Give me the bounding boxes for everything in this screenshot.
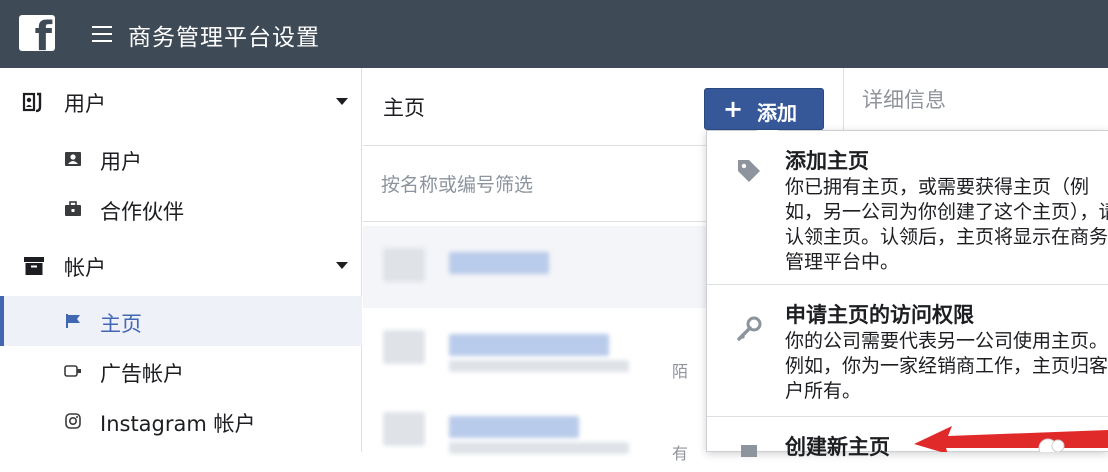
add-button[interactable]: + 添加	[704, 88, 824, 130]
new-page-icon	[741, 445, 757, 457]
archive-box-icon	[24, 257, 44, 275]
list-item[interactable]: 有	[363, 390, 706, 472]
plus-icon: +	[723, 95, 744, 123]
facebook-logo-icon[interactable]: f	[19, 15, 55, 51]
panel-title: 主页	[383, 96, 425, 120]
menu-item-title: 添加主页	[785, 149, 869, 173]
sidebar-item-ad-accounts[interactable]: 广告帐户	[0, 346, 362, 396]
sidebar-section-label: 用户	[64, 92, 106, 116]
blurred-page-name	[449, 252, 549, 274]
sidebar-item-partners[interactable]: 合作伙伴	[0, 184, 362, 234]
list-item[interactable]	[363, 226, 706, 308]
facebook-logo-letter: f	[34, 15, 52, 51]
page-thumbnail	[383, 248, 425, 282]
page-thumbnail	[383, 330, 425, 364]
add-button-label: 添加	[757, 101, 797, 125]
sidebar-section-accounts[interactable]: 帐户	[0, 240, 362, 292]
settings-sidebar: 用户 用户 合作伙伴 帐户 主页 广告帐户 Instagram 帐户	[0, 68, 362, 452]
row-trailing-text: 陌	[671, 362, 688, 381]
list-item[interactable]: 陌	[363, 308, 706, 390]
blurred-page-name	[449, 416, 579, 438]
instagram-icon	[65, 413, 81, 429]
sidebar-item-label: 广告帐户	[100, 362, 184, 386]
briefcase-icon	[65, 201, 81, 216]
hamburger-menu-icon[interactable]	[92, 26, 112, 42]
sidebar-item-users[interactable]: 用户	[0, 134, 362, 184]
key-icon	[737, 316, 762, 341]
row-trailing-text: 有	[671, 444, 688, 463]
sidebar-item-label: 用户	[100, 150, 142, 174]
users-icon	[22, 92, 42, 113]
sidebar-section-label: 帐户	[64, 256, 106, 280]
blurred-page-subtitle	[449, 360, 629, 372]
menu-item-description: 你的公司需要代表另一公司使用主页。例如，你为一家经销商工作，主页归客户所有。	[785, 330, 1108, 402]
sidebar-section-users[interactable]: 用户	[0, 76, 362, 128]
filter-container	[363, 146, 706, 222]
blurred-page-name	[449, 334, 609, 356]
menu-item-title: 创建新主页	[785, 435, 890, 457]
page-thumbnail	[383, 412, 425, 446]
details-panel-title: 详细信息	[862, 88, 946, 112]
menu-item-title: 申请主页的访问权限	[785, 303, 974, 327]
chevron-down-icon[interactable]	[336, 98, 348, 105]
tag-icon	[738, 160, 760, 182]
sidebar-item-label: Instagram 帐户	[100, 412, 256, 436]
person-badge-icon	[65, 152, 81, 166]
sidebar-item-label: 合作伙伴	[100, 200, 184, 224]
sidebar-item-pages[interactable]: 主页	[0, 296, 362, 346]
add-page-menu: 添加主页 你已拥有主页，或需要获得主页（例如，另一公司为你创建了这个主页），请认…	[706, 130, 1108, 457]
flag-icon	[66, 314, 80, 328]
filter-input[interactable]	[381, 170, 681, 200]
blurred-page-subtitle	[449, 442, 629, 454]
menu-item-add-page[interactable]: 添加主页 你已拥有主页，或需要获得主页（例如，另一公司为你创建了这个主页），请认…	[707, 131, 1108, 285]
app-title: 商务管理平台设置	[128, 25, 320, 51]
menu-item-description: 你已拥有主页，或需要获得主页（例如，另一公司为你创建了这个主页），请认领主页。认…	[785, 176, 1108, 273]
chevron-down-icon[interactable]	[336, 262, 348, 269]
top-bar: f 商务管理平台设置	[0, 0, 1108, 68]
sidebar-item-label: 主页	[100, 312, 142, 336]
ad-account-icon	[64, 365, 81, 377]
annotation-arrow-icon	[914, 426, 1108, 452]
pages-panel-header: 主页	[363, 68, 706, 146]
sidebar-item-instagram-accounts[interactable]: Instagram 帐户	[0, 396, 362, 446]
menu-item-request-access[interactable]: 申请主页的访问权限 你的公司需要代表另一公司使用主页。例如，你为一家经销商工作，…	[707, 285, 1108, 417]
pages-list-panel: 主页 陌 有	[363, 68, 706, 472]
